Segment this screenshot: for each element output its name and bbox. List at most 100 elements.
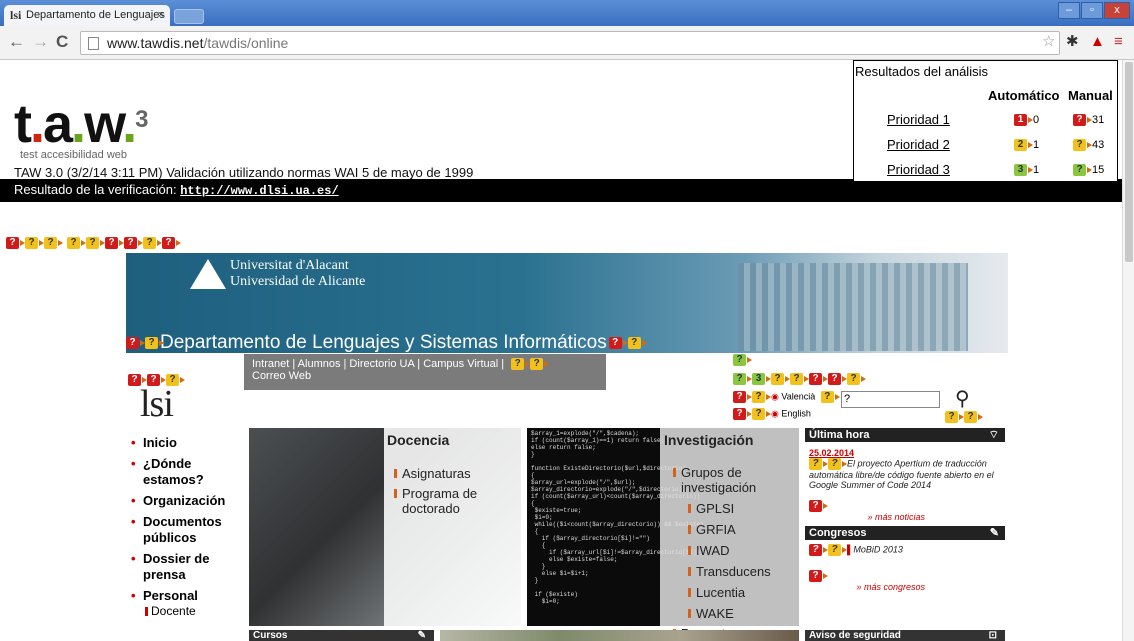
- lang-english-link[interactable]: English: [781, 408, 811, 418]
- col-manual-header: Manual: [1068, 88, 1113, 103]
- invest-item[interactable]: GRFIA: [688, 522, 736, 537]
- priority-2-link[interactable]: Prioridad 2: [887, 137, 950, 152]
- marker-icon[interactable]: ?: [143, 236, 162, 249]
- marker-icon[interactable]: ?: [809, 372, 828, 385]
- priority-3-link[interactable]: Prioridad 3: [887, 162, 950, 177]
- marker-icon[interactable]: ?: [145, 336, 164, 349]
- invest-item[interactable]: Grupos de investigación: [673, 465, 793, 495]
- investigacion-title[interactable]: Investigación: [664, 432, 753, 448]
- marker-icon[interactable]: ?: [733, 408, 752, 420]
- priority-2-auto-icon[interactable]: 2: [1014, 139, 1033, 152]
- nav-documentos[interactable]: Documentos públicos: [131, 514, 241, 546]
- marker-icon[interactable]: ?: [964, 410, 983, 423]
- lsi-logo[interactable]: lsi: [140, 382, 174, 426]
- marker-icon[interactable]: ?: [809, 569, 828, 582]
- url-host: www.tawdis.net: [107, 35, 204, 51]
- top-nav-links[interactable]: Intranet | Alumnos | Directorio UA | Cam…: [252, 358, 504, 370]
- result-url-link[interactable]: http://www.dlsi.ua.es/: [180, 184, 338, 198]
- invest-item[interactable]: IWAD: [688, 543, 729, 558]
- docencia-title[interactable]: Docencia: [387, 432, 449, 448]
- back-arrow-icon[interactable]: ←: [8, 33, 25, 50]
- congresos-header: Congresos ✎: [805, 526, 1005, 540]
- marker-icon[interactable]: ?: [627, 336, 647, 349]
- marker-icon[interactable]: ?: [67, 236, 86, 249]
- marker-icon[interactable]: ?: [809, 544, 828, 556]
- invest-item[interactable]: GPLSI: [688, 501, 734, 516]
- docencia-item[interactable]: Programa de doctorado: [394, 486, 494, 516]
- address-bar[interactable]: www.tawdis.net/tawdis/online: [80, 31, 1060, 55]
- priority-2-manual-icon[interactable]: ?: [1073, 139, 1092, 152]
- marker-icon[interactable]: ?: [25, 236, 44, 249]
- priority-1-auto-icon[interactable]: 1: [1014, 114, 1033, 127]
- invest-item[interactable]: WAKE: [688, 606, 734, 621]
- nav-donde-estamos[interactable]: ¿Dónde estamos?: [131, 456, 241, 488]
- tab-close-icon[interactable]: ×: [158, 5, 164, 26]
- marker-icon[interactable]: 3: [752, 372, 771, 385]
- marker-icon[interactable]: ?: [809, 499, 828, 512]
- nav-personal[interactable]: Personal: [131, 588, 241, 604]
- logo-letter-w: w: [84, 94, 124, 154]
- invest-item[interactable]: Transducens: [688, 564, 771, 579]
- marker-icon[interactable]: ?: [86, 236, 105, 249]
- nav-docente[interactable]: Docente: [131, 604, 241, 618]
- marker-icon[interactable]: ?: [44, 236, 63, 249]
- marker-icon[interactable]: ?: [828, 458, 847, 470]
- search-icon[interactable]: ⚲: [955, 386, 970, 411]
- rss-icon[interactable]: ⌔: [989, 428, 999, 442]
- marker-icon[interactable]: ?: [945, 410, 964, 423]
- marker-icon[interactable]: ?: [828, 372, 847, 385]
- priority-3-auto-icon[interactable]: 3: [1014, 164, 1033, 177]
- marker-icon[interactable]: ?: [752, 391, 771, 403]
- priority-1-manual-icon[interactable]: ?: [1073, 114, 1092, 127]
- nav-inicio[interactable]: Inicio: [131, 435, 241, 451]
- minimize-button[interactable]: –: [1058, 2, 1080, 19]
- marker-icon[interactable]: ?: [790, 372, 809, 385]
- new-tab-button[interactable]: [174, 9, 204, 24]
- marker-icon[interactable]: ?: [530, 358, 550, 371]
- nav-dossier[interactable]: Dossier de prensa: [131, 551, 241, 583]
- marker-icon[interactable]: ?: [809, 458, 828, 470]
- extension-hat-icon[interactable]: ▲: [1090, 33, 1105, 50]
- marker-icon[interactable]: ?: [608, 336, 628, 349]
- marker-icon[interactable]: ?: [162, 236, 181, 249]
- pin-icon: ✎: [417, 630, 426, 641]
- browser-tab[interactable]: lsi Departamento de Lenguajes ×: [4, 5, 170, 26]
- lang-valencia-link[interactable]: Valencià: [781, 391, 815, 401]
- page-scrollbar[interactable]: [1122, 60, 1134, 641]
- priority-2-manual-count: 43: [1092, 139, 1105, 151]
- menu-icon[interactable]: ≡: [1114, 33, 1123, 50]
- marker-icon[interactable]: ?: [771, 372, 790, 385]
- invest-item[interactable]: Lucentia: [688, 585, 745, 600]
- bookmark-star-icon[interactable]: ☆: [1042, 33, 1055, 50]
- marker-icon[interactable]: ?: [126, 336, 145, 349]
- marker-icon[interactable]: ?: [847, 372, 866, 385]
- extension-gear-icon[interactable]: ✱: [1066, 33, 1079, 50]
- marker-icon[interactable]: ?: [828, 544, 847, 556]
- more-congresos-link[interactable]: » más congresos: [805, 582, 1005, 592]
- congresos-item[interactable]: MoBiD 2013: [853, 544, 903, 554]
- marker-icon[interactable]: ?: [6, 236, 25, 249]
- nav-organizacion[interactable]: Organización: [131, 493, 241, 509]
- marker-icon[interactable]: ?: [733, 372, 752, 385]
- cursos-header: Cursos ✎: [249, 630, 434, 641]
- scrollbar-thumb[interactable]: [1125, 62, 1133, 262]
- marker-icon[interactable]: ?: [105, 236, 124, 249]
- reload-icon[interactable]: C: [56, 33, 68, 50]
- marker-icon[interactable]: ?: [124, 236, 143, 249]
- maximize-button[interactable]: ▫: [1081, 2, 1103, 19]
- marker-icon[interactable]: ?: [733, 391, 752, 403]
- search-input[interactable]: ?: [841, 391, 940, 408]
- marker-icon[interactable]: ?: [733, 353, 752, 366]
- more-news-link[interactable]: » más noticias: [805, 512, 1005, 522]
- priority-1-link[interactable]: Prioridad 1: [887, 112, 950, 127]
- browser-toolbar: ← → C www.tawdis.net/tawdis/online ☆ ✱ ▲…: [0, 26, 1134, 60]
- marker-icon[interactable]: ?: [820, 391, 840, 403]
- ua-name-spanish: Universidad de Alicante: [230, 274, 366, 289]
- docencia-item[interactable]: Asignaturas: [394, 466, 471, 481]
- priority-3-manual-icon[interactable]: ?: [1073, 164, 1092, 177]
- correo-web-link[interactable]: Correo Web: [252, 370, 311, 382]
- marker-icon[interactable]: ?: [752, 408, 771, 420]
- marker-icon[interactable]: ?: [511, 358, 531, 371]
- close-window-button[interactable]: x: [1104, 2, 1130, 19]
- forward-arrow-icon[interactable]: →: [32, 33, 49, 50]
